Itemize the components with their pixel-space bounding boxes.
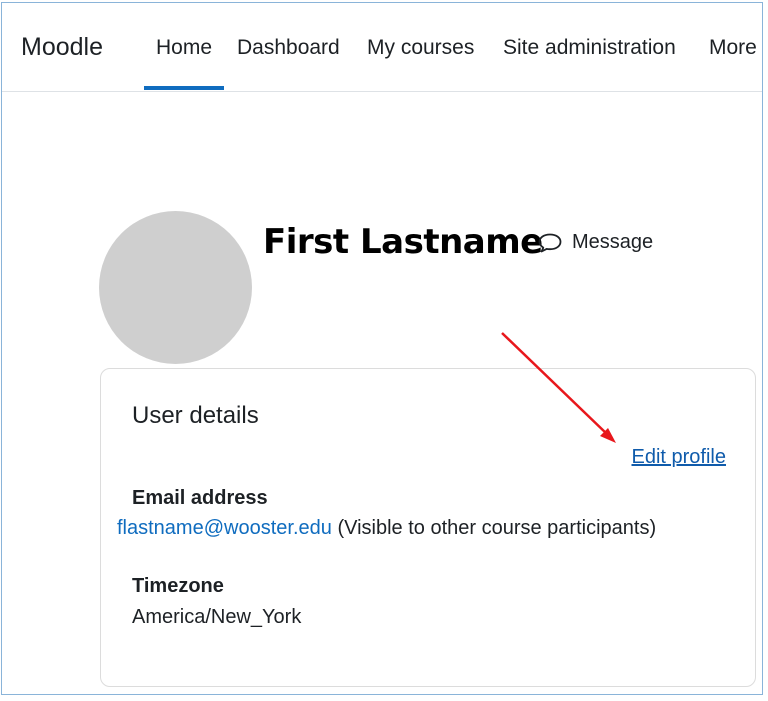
user-avatar [99,211,252,364]
nav-more[interactable]: More [709,36,757,60]
speech-bubble-icon [538,233,562,252]
site-brand[interactable]: Moodle [21,33,103,62]
timezone-value: America/New_York [132,606,302,628]
profile-fullname: First Lastname [263,222,543,262]
email-visibility-note: (Visible to other course participants) [337,517,657,539]
timezone-label: Timezone [132,575,224,597]
top-navbar: Moodle Home Dashboard My courses Site ad… [2,3,762,92]
message-button[interactable]: Message [537,231,653,254]
message-label: Message [572,231,654,253]
browser-frame: Moodle Home Dashboard My courses Site ad… [1,2,763,695]
nav-site-administration[interactable]: Site administration [503,36,676,60]
edit-profile-link[interactable]: Edit profile [632,446,727,469]
card-title: User details [132,402,259,429]
nav-my-courses[interactable]: My courses [367,36,474,60]
nav-dashboard[interactable]: Dashboard [237,36,340,60]
user-details-card: User details Edit profile Email address … [100,368,756,687]
email-link[interactable]: flastname@wooster.edu [117,517,332,539]
nav-home[interactable]: Home [143,36,225,90]
email-row: flastname@wooster.edu (Visible to other … [117,517,656,540]
email-label: Email address [132,487,268,509]
